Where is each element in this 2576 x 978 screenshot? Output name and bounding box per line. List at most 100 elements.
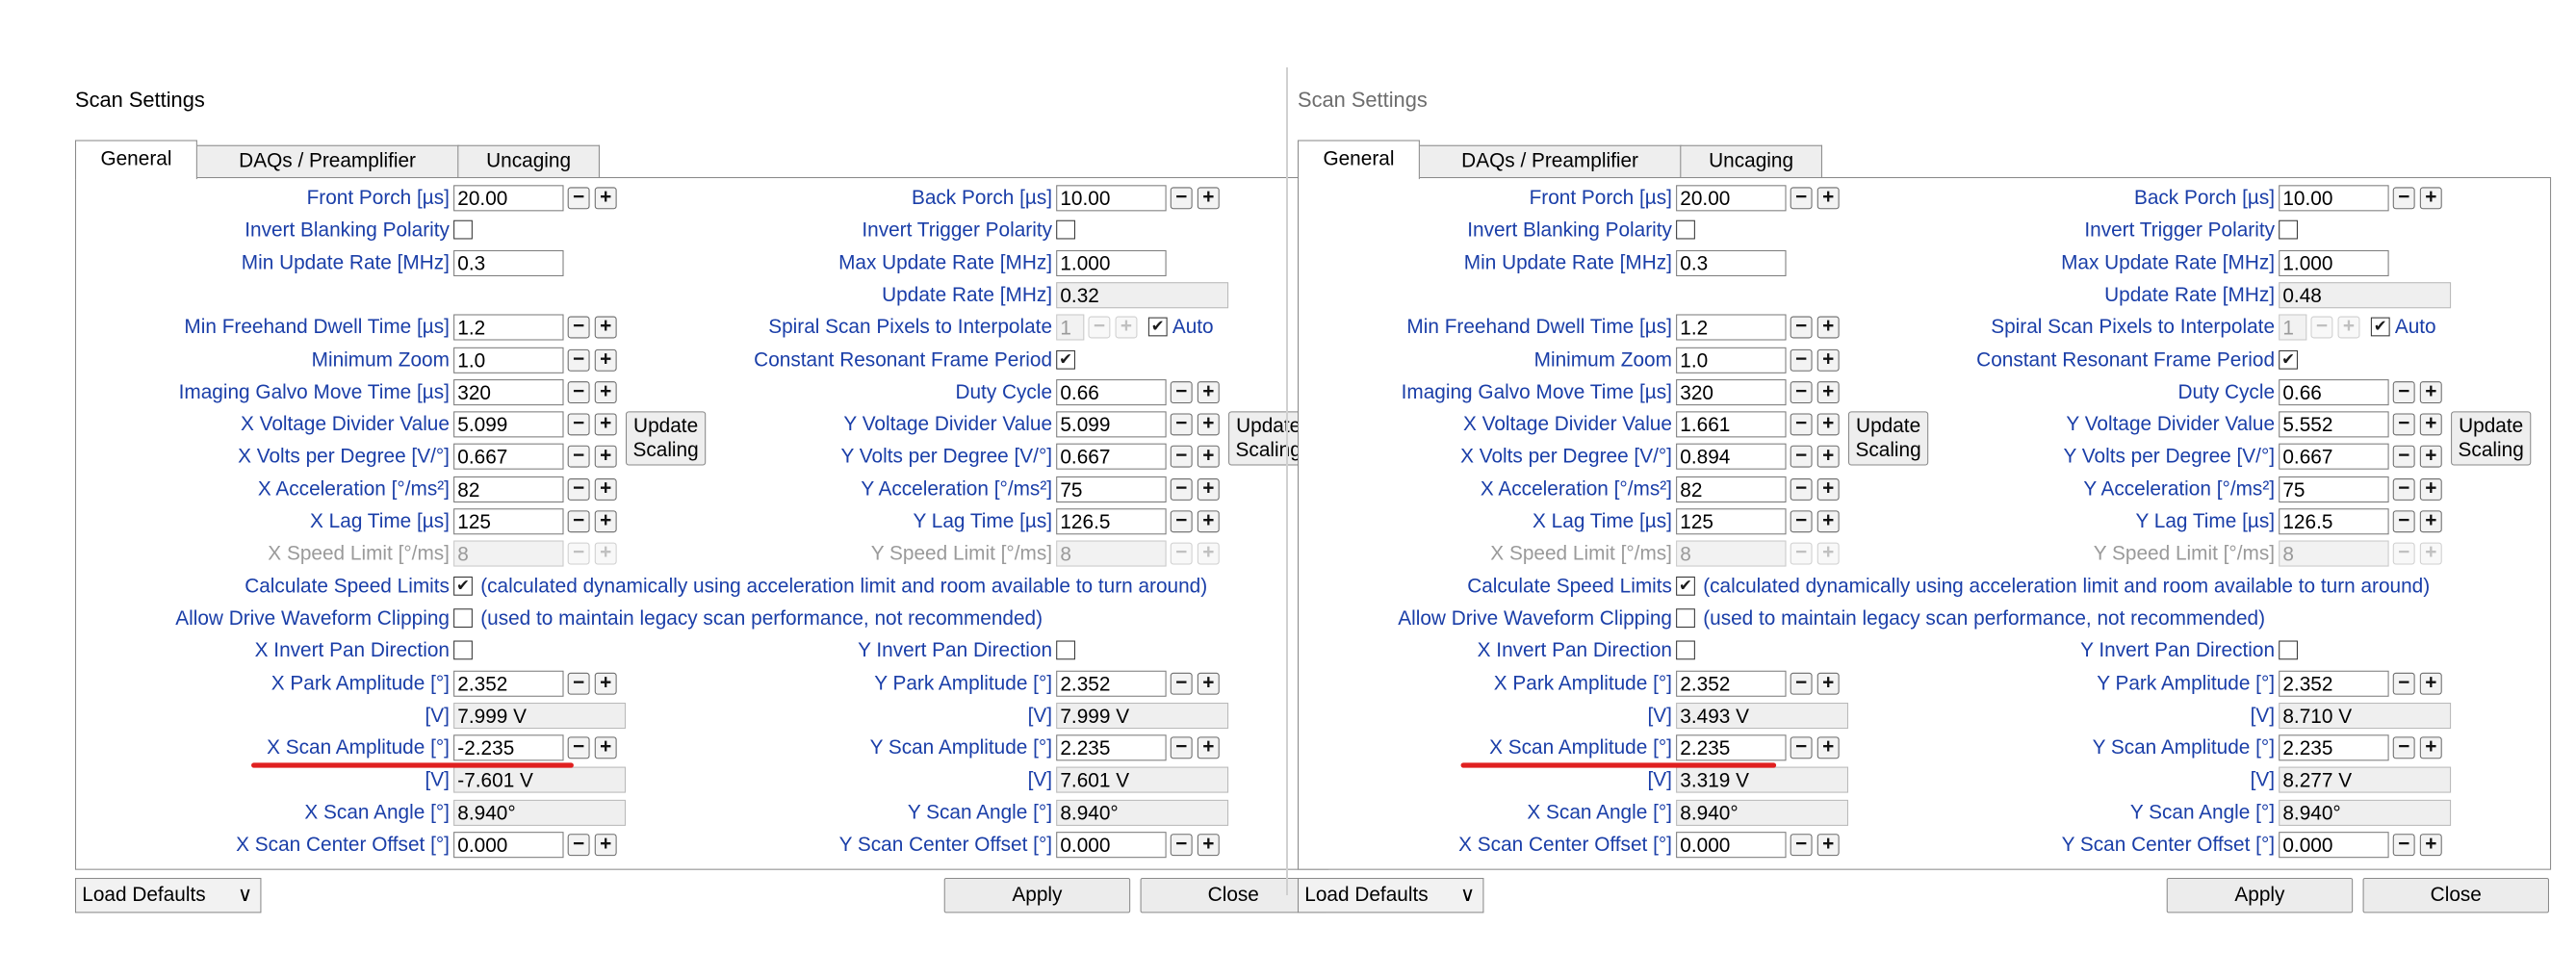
right-lag-input[interactable]: 126.5 (1056, 508, 1167, 535)
plus-button[interactable]: + (1197, 672, 1220, 695)
plus-button[interactable]: + (2419, 187, 2442, 210)
minus-button[interactable]: − (2392, 542, 2415, 565)
minus-button[interactable]: − (1088, 316, 1111, 339)
right-park-amp-input[interactable]: 2.352 (2279, 670, 2389, 697)
right-volts-deg-input[interactable]: 0.667 (2279, 444, 2389, 471)
right-park-amp-input[interactable]: 2.352 (1056, 670, 1167, 697)
right-speed-label: Y Speed Limit [°/ms] (870, 542, 1053, 565)
right-back-porch-input[interactable]: 10.00 (2279, 185, 2389, 212)
minus-button[interactable]: − (1170, 380, 1193, 403)
minus-button[interactable]: − (2310, 316, 2333, 339)
load-defaults-label: Load Defaults (82, 884, 206, 907)
label-wrap: Spiral Scan Pixels to Interpolate (1299, 314, 2275, 342)
right-spiral-input[interactable]: 1 (2279, 314, 2307, 341)
right-center-off-label: Y Scan Center Offset [°] (838, 834, 1053, 857)
right-center-off-input[interactable]: 0.000 (1056, 832, 1167, 859)
right-scan-amp-input[interactable]: 2.235 (1056, 734, 1167, 761)
right-const-res-checkbox[interactable]: ✔ (1056, 349, 1075, 370)
right-speed-input[interactable]: 8 (1056, 540, 1167, 567)
right-spiral-input[interactable]: 1 (1056, 314, 1085, 341)
apply-button[interactable]: Apply (2166, 878, 2354, 914)
plus-button[interactable]: + (1197, 380, 1220, 403)
plus-button[interactable]: + (1197, 446, 1220, 469)
plus-button[interactable]: + (2419, 736, 2442, 759)
minus-button[interactable]: − (1170, 187, 1193, 210)
minus-button[interactable]: − (2392, 510, 2415, 533)
plus-button[interactable]: + (2419, 446, 2442, 469)
plus-button[interactable]: + (2419, 834, 2442, 857)
right-const-res-checkbox[interactable]: ✔ (2279, 349, 2298, 370)
right-accel-input[interactable]: 75 (1056, 476, 1167, 502)
calc-speed-checkbox[interactable]: ✔ (453, 576, 473, 596)
spiral-auto-checkbox[interactable]: ✔ (1147, 317, 1168, 337)
right-speed-input[interactable]: 8 (2279, 540, 2389, 567)
minus-button[interactable]: − (2392, 380, 2415, 403)
tab-general[interactable]: General (75, 140, 197, 180)
plus-button[interactable]: + (1197, 834, 1220, 857)
minus-button[interactable]: − (1170, 413, 1193, 436)
close-button[interactable]: Close (2362, 878, 2549, 914)
right-max-update-input[interactable]: 1.000 (2279, 249, 2389, 276)
right-duty-input[interactable]: 0.66 (2279, 378, 2389, 405)
tab-daqs-preamplifier[interactable]: DAQs / Preamplifier (1417, 144, 1683, 177)
tab-uncaging[interactable]: Uncaging (1680, 144, 1822, 177)
tab-daqs-preamplifier[interactable]: DAQs / Preamplifier (194, 144, 460, 177)
right-invert-trigger-checkbox[interactable] (2279, 220, 2298, 240)
plus-button[interactable]: + (1197, 477, 1220, 501)
right-update-rate-label: Update Rate [MHz] (882, 284, 1053, 307)
plus-button[interactable]: + (2419, 413, 2442, 436)
load-defaults-dropdown[interactable]: Load Defaults ∨ (75, 878, 262, 914)
plus-button[interactable]: + (1197, 736, 1220, 759)
plus-button[interactable]: + (1197, 542, 1220, 565)
minus-button[interactable]: − (1170, 446, 1193, 469)
right-volt-div-input[interactable]: 5.552 (2279, 411, 2389, 438)
right-center-off-input[interactable]: 0.000 (2279, 832, 2389, 859)
plus-button[interactable]: + (2419, 542, 2442, 565)
allow-clip-checkbox[interactable] (453, 608, 473, 628)
minus-button[interactable]: − (1170, 510, 1193, 533)
tab-uncaging[interactable]: Uncaging (457, 144, 600, 177)
load-defaults-dropdown[interactable]: Load Defaults ∨ (1298, 878, 1484, 914)
minus-button[interactable]: − (2392, 672, 2415, 695)
minus-button[interactable]: − (1170, 477, 1193, 501)
plus-button[interactable]: + (1197, 510, 1220, 533)
label-wrap: Y Scan Angle [°] (1299, 799, 2275, 827)
plus-button[interactable]: + (1197, 187, 1220, 210)
plus-button[interactable]: + (2419, 510, 2442, 533)
tab-general[interactable]: General (1298, 140, 1420, 180)
plus-button[interactable]: + (1115, 316, 1138, 339)
minus-button[interactable]: − (1170, 736, 1193, 759)
minus-button[interactable]: − (2392, 477, 2415, 501)
right-invert-pan-checkbox[interactable] (1056, 640, 1075, 660)
allow-clip-checkbox[interactable] (1676, 608, 1695, 628)
minus-button[interactable]: − (1170, 834, 1193, 857)
minus-button[interactable]: − (1170, 542, 1193, 565)
minus-button[interactable]: − (2392, 736, 2415, 759)
minus-button[interactable]: − (2392, 834, 2415, 857)
right-volt-div-input[interactable]: 5.099 (1056, 411, 1167, 438)
right-back-porch-input[interactable]: 10.00 (1056, 185, 1167, 212)
right-invert-pan-checkbox[interactable] (2279, 640, 2298, 660)
right-duty-input[interactable]: 0.66 (1056, 378, 1167, 405)
right-lag-input[interactable]: 126.5 (2279, 508, 2389, 535)
plus-button[interactable]: + (2419, 477, 2442, 501)
scan-settings-panel-1: Scan Settings General DAQs / Preamplifier U… (75, 77, 1347, 978)
plus-button[interactable]: + (2419, 380, 2442, 403)
plus-button[interactable]: + (2419, 672, 2442, 695)
minus-button[interactable]: − (2392, 413, 2415, 436)
right-row-spiral: Spiral Scan Pixels to Interpolate 1− + ✔ Aut… (1299, 314, 2550, 342)
right-volts-deg-input[interactable]: 0.667 (1056, 444, 1167, 471)
calc-speed-checkbox[interactable]: ✔ (1676, 576, 1695, 596)
spiral-auto-checkbox[interactable]: ✔ (2370, 317, 2390, 337)
plus-button[interactable]: + (2337, 316, 2360, 339)
apply-button[interactable]: Apply (943, 878, 1131, 914)
minus-button[interactable]: − (2392, 187, 2415, 210)
right-invert-trigger-checkbox[interactable] (1056, 220, 1075, 240)
minus-button[interactable]: − (2392, 446, 2415, 469)
plus-button[interactable]: + (1197, 413, 1220, 436)
right-max-update-input[interactable]: 1.000 (1056, 249, 1167, 276)
right-accel-input[interactable]: 75 (2279, 476, 2389, 502)
right-scan-amp-input[interactable]: 2.235 (2279, 734, 2389, 761)
minus-button[interactable]: − (1170, 672, 1193, 695)
label-wrap: Calculate Speed Limits (76, 572, 450, 600)
